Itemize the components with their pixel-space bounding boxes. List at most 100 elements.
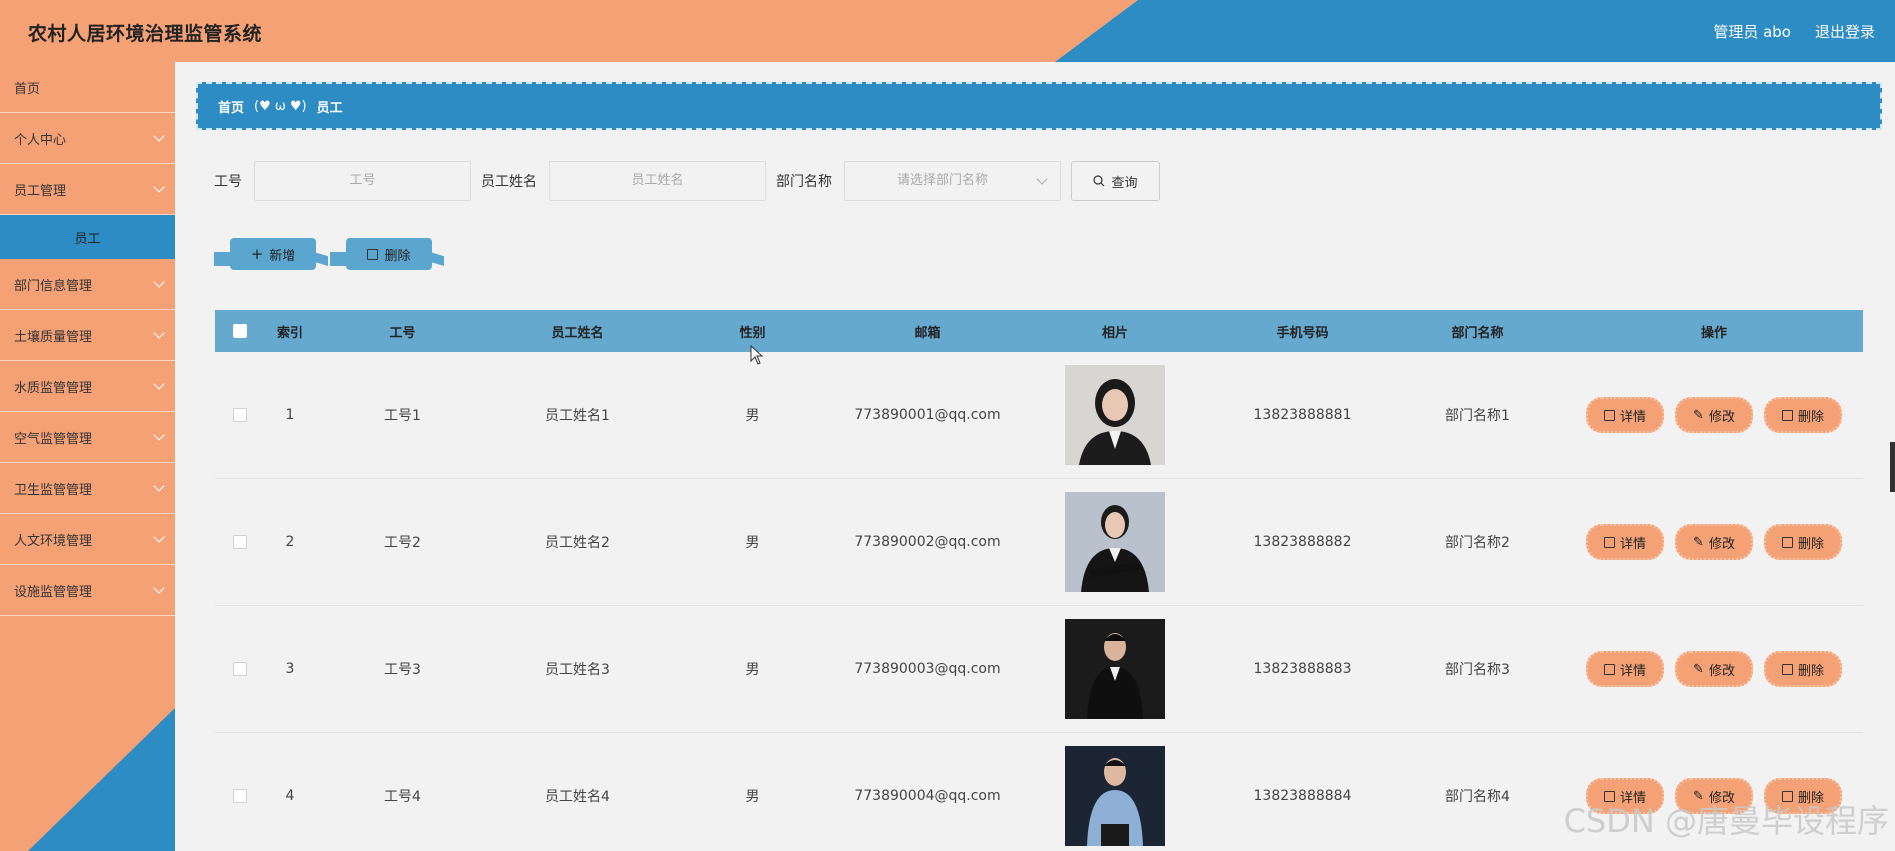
plus-icon: + bbox=[250, 245, 264, 263]
delete-button[interactable]: 删除 bbox=[1764, 651, 1842, 687]
employee-table: 索引 工号 员工姓名 性别 邮箱 相片 手机号码 部门名称 操作 1 工号1 员… bbox=[215, 310, 1863, 851]
row-checkbox[interactable] bbox=[233, 408, 247, 422]
sidebar-item-sanitation[interactable]: 卫生监管管理 bbox=[0, 463, 175, 514]
edit-button[interactable]: ✎ 修改 bbox=[1675, 651, 1753, 687]
cell-dept: 部门名称1 bbox=[1445, 408, 1510, 424]
col-sex: 性别 bbox=[739, 325, 766, 341]
sidebar-item-dept[interactable]: 部门信息管理 bbox=[0, 259, 175, 310]
document-icon bbox=[1603, 536, 1615, 548]
employee-photo[interactable] bbox=[1065, 365, 1165, 465]
col-employee-no: 工号 bbox=[389, 325, 416, 341]
detail-button[interactable]: 详情 bbox=[1586, 651, 1664, 687]
table-row: 1 工号1 员工姓名1 男 773890001@qq.com 138238888… bbox=[215, 352, 1863, 479]
sidebar-item-personal[interactable]: 个人中心 bbox=[0, 113, 175, 164]
chevron-down-icon bbox=[1036, 173, 1048, 185]
mouse-cursor-icon bbox=[750, 345, 764, 365]
chevron-down-icon bbox=[153, 531, 165, 543]
chevron-down-icon bbox=[153, 181, 165, 193]
col-employee-name: 员工姓名 bbox=[551, 325, 604, 341]
cell-employee-name: 员工姓名3 bbox=[545, 662, 610, 678]
header-background bbox=[0, 0, 1895, 62]
delete-label: 删除 bbox=[1797, 536, 1824, 552]
delete-button[interactable]: 删除 bbox=[1764, 524, 1842, 560]
sidebar-item-label: 空气监管管理 bbox=[14, 431, 93, 447]
user-label: 管理员 abo bbox=[1713, 23, 1791, 41]
detail-button[interactable]: 详情 bbox=[1586, 524, 1664, 560]
trash-icon bbox=[367, 248, 379, 260]
breadcrumb: 首页 (♥ ω ♥) 员工 bbox=[196, 82, 1882, 130]
detail-button[interactable]: 详情 bbox=[1586, 397, 1664, 433]
cell-index: 3 bbox=[285, 661, 295, 677]
cell-phone: 13823888884 bbox=[1253, 788, 1352, 804]
trash-icon bbox=[1781, 409, 1793, 421]
sidebar-item-label: 水质监管管理 bbox=[14, 380, 93, 396]
cell-phone: 13823888882 bbox=[1253, 534, 1352, 550]
col-index: 索引 bbox=[276, 325, 303, 341]
cell-sex: 男 bbox=[745, 535, 760, 551]
cell-dept: 部门名称4 bbox=[1445, 789, 1510, 805]
cell-sex: 男 bbox=[745, 408, 760, 424]
edit-label: 修改 bbox=[1708, 536, 1735, 552]
delete-button[interactable]: 删除 bbox=[1764, 397, 1842, 433]
sidebar-item-label: 土壤质量管理 bbox=[14, 329, 93, 345]
sidebar-item-soil[interactable]: 土壤质量管理 bbox=[0, 310, 175, 361]
sidebar-item-air[interactable]: 空气监管管理 bbox=[0, 412, 175, 463]
cell-sex: 男 bbox=[745, 662, 760, 678]
row-checkbox[interactable] bbox=[233, 535, 247, 549]
employee-photo[interactable] bbox=[1065, 619, 1165, 719]
query-button[interactable]: 查询 bbox=[1071, 161, 1160, 201]
search-bar: 工号 工号 员工姓名 员工姓名 部门名称 请选择部门名称 查询 bbox=[214, 161, 1160, 201]
cell-employee-name: 员工姓名4 bbox=[545, 789, 610, 805]
cell-employee-no: 工号1 bbox=[384, 408, 421, 424]
cell-index: 4 bbox=[285, 788, 295, 804]
cell-employee-no: 工号4 bbox=[384, 789, 421, 805]
watermark: CSDN @唐曼毕设程序 bbox=[1563, 802, 1889, 840]
cell-email: 773890002@qq.com bbox=[854, 534, 1001, 550]
employee-photo[interactable] bbox=[1065, 746, 1165, 846]
col-email: 邮箱 bbox=[914, 325, 941, 341]
cell-dept: 部门名称2 bbox=[1445, 535, 1510, 551]
scrollbar[interactable] bbox=[1890, 442, 1895, 492]
row-checkbox[interactable] bbox=[233, 662, 247, 676]
sidebar-item-label: 设施监管管理 bbox=[14, 584, 93, 600]
sidebar-item-water[interactable]: 水质监管管理 bbox=[0, 361, 175, 412]
chevron-down-icon bbox=[153, 378, 165, 390]
breadcrumb-home[interactable]: 首页 bbox=[218, 97, 244, 116]
batch-delete-label: 删除 bbox=[384, 248, 411, 264]
sidebar-item-culture[interactable]: 人文环境管理 bbox=[0, 514, 175, 565]
search-icon bbox=[1093, 175, 1105, 187]
trash-icon bbox=[1781, 663, 1793, 675]
logout-link[interactable]: 退出登录 bbox=[1815, 21, 1875, 42]
sidebar: 首页 个人中心 员工管理 员工 部门信息管理 土壤质量管理 水质监管管理 空气监… bbox=[0, 62, 175, 851]
dept-name-select[interactable]: 请选择部门名称 bbox=[844, 161, 1061, 201]
col-dept: 部门名称 bbox=[1451, 325, 1504, 341]
add-button[interactable]: + 新增 bbox=[214, 238, 334, 274]
sidebar-item-facility[interactable]: 设施监管管理 bbox=[0, 565, 175, 616]
cell-index: 2 bbox=[285, 534, 295, 550]
employee-name-label: 员工姓名 bbox=[481, 174, 537, 190]
select-all-checkbox[interactable] bbox=[233, 324, 247, 338]
col-photo: 相片 bbox=[1101, 325, 1128, 341]
sidebar-item-employee-mgmt[interactable]: 员工管理 bbox=[0, 164, 175, 215]
edit-button[interactable]: ✎ 修改 bbox=[1675, 524, 1753, 560]
sidebar-item-label: 部门信息管理 bbox=[14, 278, 93, 294]
document-icon bbox=[1603, 663, 1615, 675]
employee-photo[interactable] bbox=[1065, 492, 1165, 592]
sidebar-item-label: 人文环境管理 bbox=[14, 533, 93, 549]
sidebar-subitem-employee[interactable]: 员工 bbox=[0, 215, 175, 259]
cell-email: 773890003@qq.com bbox=[854, 661, 1001, 677]
batch-delete-button[interactable]: 删除 bbox=[330, 238, 450, 274]
pencil-icon: ✎ bbox=[1693, 661, 1704, 677]
pencil-icon: ✎ bbox=[1693, 407, 1704, 423]
employee-no-input[interactable]: 工号 bbox=[254, 161, 471, 201]
row-checkbox[interactable] bbox=[233, 789, 247, 803]
sidebar-item-home[interactable]: 首页 bbox=[0, 62, 175, 113]
edit-label: 修改 bbox=[1708, 409, 1735, 425]
delete-label: 删除 bbox=[1797, 409, 1824, 425]
cell-employee-no: 工号2 bbox=[384, 535, 421, 551]
sidebar-item-label: 卫生监管管理 bbox=[14, 482, 93, 498]
sidebar-item-label: 个人中心 bbox=[14, 132, 67, 148]
employee-name-input[interactable]: 员工姓名 bbox=[549, 161, 766, 201]
edit-button[interactable]: ✎ 修改 bbox=[1675, 397, 1753, 433]
breadcrumb-separator: (♥ ω ♥) bbox=[254, 98, 307, 114]
